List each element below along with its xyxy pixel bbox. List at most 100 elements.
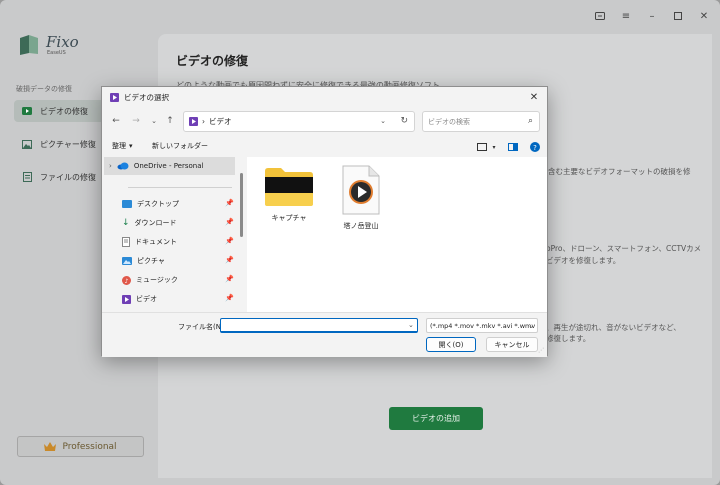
description-fragment: 、再生が途切れ、音がないビデオなど、 [546, 323, 681, 332]
maximize-icon[interactable] [672, 10, 684, 22]
description-fragment: oPro、ドローン、スマートフォン、CCTVカメ [546, 244, 702, 253]
chevron-down-icon: ▾ [129, 142, 133, 150]
view-options-icon[interactable] [476, 141, 488, 153]
nav-item-label: ピクチャ [137, 257, 165, 265]
music-icon: ♪ [122, 275, 131, 285]
page-title: ビデオの修復 [176, 54, 249, 68]
chevron-down-icon[interactable]: ⌄ [408, 321, 414, 329]
professional-button[interactable]: Professional [17, 436, 144, 457]
up-arrow-icon[interactable]: ↑ [164, 115, 176, 127]
sidebar-item-label: ファイルの修復 [40, 172, 96, 182]
preview-pane-icon[interactable] [507, 141, 519, 153]
picture-icon [22, 139, 32, 149]
file-list: キャプチャ 塔ノ岳登山 [247, 157, 547, 312]
chevron-down-icon: ⌄ [528, 322, 534, 330]
add-video-button[interactable]: ビデオの追加 [389, 407, 483, 430]
nav-item-downloads[interactable]: ↓ ダウンロード 📌 [122, 215, 234, 231]
nav-item-music[interactable]: ♪ ミュージック 📌 [122, 272, 234, 288]
nav-item-label: ビデオ [136, 295, 157, 303]
video-folder-icon [122, 294, 131, 304]
sidebar-item-label: ビデオの修復 [40, 106, 88, 116]
nav-item-pictures[interactable]: ピクチャ 📌 [122, 253, 234, 269]
resize-grip-icon[interactable]: ⋰ [538, 347, 544, 354]
refresh-icon[interactable]: ↻ [400, 116, 408, 126]
svg-text:?: ? [533, 144, 537, 152]
breadcrumb: ビデオ [209, 117, 232, 126]
video-folder-icon [110, 92, 119, 102]
document-icon [122, 237, 130, 247]
search-icon[interactable]: ⌕ [528, 116, 533, 126]
filename-label: ファイル名(N): [178, 323, 227, 331]
cancel-button[interactable]: キャンセル [486, 337, 538, 352]
pin-icon[interactable]: 📌 [225, 218, 234, 226]
open-button[interactable]: 開く(O) [426, 337, 476, 352]
organize-label: 整理 [112, 142, 126, 150]
nav-item-onedrive[interactable]: › OneDrive - Personal [104, 157, 235, 175]
desktop-icon [122, 200, 132, 208]
professional-label: Professional [62, 441, 117, 452]
new-folder-button[interactable]: 新しいフォルダー [152, 141, 208, 151]
video-play-icon [22, 106, 32, 116]
pin-icon[interactable]: 📌 [225, 199, 234, 207]
file-name: キャプチャ [271, 214, 307, 222]
description-fragment: 修復します。 [546, 334, 591, 343]
crown-icon [44, 442, 57, 451]
pin-icon[interactable]: 📌 [225, 256, 234, 264]
dialog-footer: ファイル名(N): ⌄ (*.mp4 *.mov *.mkv *.avi *.w… [102, 312, 547, 357]
breadcrumb-separator: › [202, 117, 205, 126]
video-file-icon [342, 165, 380, 215]
folder-icon [265, 168, 313, 206]
file-type-filter[interactable]: (*.mp4 *.mov *.mkv *.avi *.wmv ⌄ [426, 318, 538, 333]
navigation-bar: ← → ⌄ ↑ › ビデオ ⌄ ↻ ビデオの検索 ⌕ [102, 109, 547, 135]
nav-item-label: OneDrive - Personal [133, 162, 204, 170]
dialog-toolbar: 整理 ▾ 新しいフォルダー ▾ ? [102, 137, 547, 157]
nav-item-documents[interactable]: ドキュメント 📌 [122, 234, 234, 250]
window-controls: ≡ – ✕ [594, 10, 710, 22]
svg-text:♪: ♪ [125, 278, 129, 285]
file-item-video[interactable]: 塔ノ岳登山 [331, 165, 391, 231]
pin-icon[interactable]: 📌 [225, 294, 234, 302]
logo-name: Fixo [46, 32, 79, 51]
fixo-logo-icon [20, 35, 38, 55]
sidebar-section-label: 破損データの修復 [16, 85, 72, 93]
chevron-right-icon[interactable]: › [109, 162, 112, 170]
back-arrow-icon[interactable]: ← [110, 115, 122, 127]
pin-icon[interactable]: 📌 [225, 237, 234, 245]
nav-item-label: デスクトップ [137, 200, 179, 208]
dialog-close-icon[interactable]: ✕ [527, 90, 541, 104]
feedback-icon[interactable] [594, 10, 606, 22]
app-logo: Fixo EaseUS [18, 34, 79, 56]
description-fragment: 含む主要なビデオフォーマットの破損を修 [548, 167, 691, 176]
nav-item-desktop[interactable]: デスクトップ 📌 [122, 196, 234, 212]
chevron-down-icon[interactable]: ⌄ [380, 117, 386, 125]
forward-arrow-icon[interactable]: → [130, 115, 142, 127]
nav-item-label: ドキュメント [135, 238, 177, 246]
file-item-folder[interactable]: キャプチャ [259, 165, 319, 223]
navigation-pane: › OneDrive - Personal デスクトップ 📌 ↓ ダウンロード … [104, 157, 243, 312]
pin-icon[interactable]: 📌 [225, 275, 234, 283]
nav-scrollbar[interactable] [240, 173, 243, 237]
nav-item-videos[interactable]: ビデオ 📌 [122, 291, 234, 307]
minimize-icon[interactable]: – [646, 10, 658, 22]
dialog-titlebar: ビデオの選択 [102, 87, 547, 107]
organize-button[interactable]: 整理 ▾ [112, 141, 133, 151]
divider [128, 187, 232, 188]
pictures-icon [122, 257, 132, 265]
dialog-title: ビデオの選択 [124, 92, 169, 102]
video-folder-icon [189, 117, 198, 126]
search-input[interactable]: ビデオの検索 ⌕ [422, 111, 540, 132]
address-bar[interactable]: › ビデオ ⌄ ↻ [183, 111, 415, 132]
filename-input[interactable] [220, 318, 418, 333]
help-icon[interactable]: ? [529, 141, 541, 153]
sidebar-item-label: ピクチャー修復 [40, 139, 96, 149]
description-fragment: ビデオを修復します。 [546, 256, 621, 265]
recent-chevron-icon[interactable]: ⌄ [148, 115, 160, 127]
nav-item-label: ダウンロード [134, 219, 177, 227]
close-window-icon[interactable]: ✕ [698, 10, 710, 22]
view-chevron-icon[interactable]: ▾ [488, 141, 500, 153]
file-icon [22, 172, 32, 182]
file-open-dialog: ビデオの選択 ✕ ← → ⌄ ↑ › ビデオ ⌄ ↻ ビデオの検索 ⌕ 整理 ▾… [101, 86, 548, 357]
menu-icon[interactable]: ≡ [620, 10, 632, 22]
search-placeholder: ビデオの検索 [428, 117, 470, 126]
download-icon: ↓ [122, 218, 130, 228]
